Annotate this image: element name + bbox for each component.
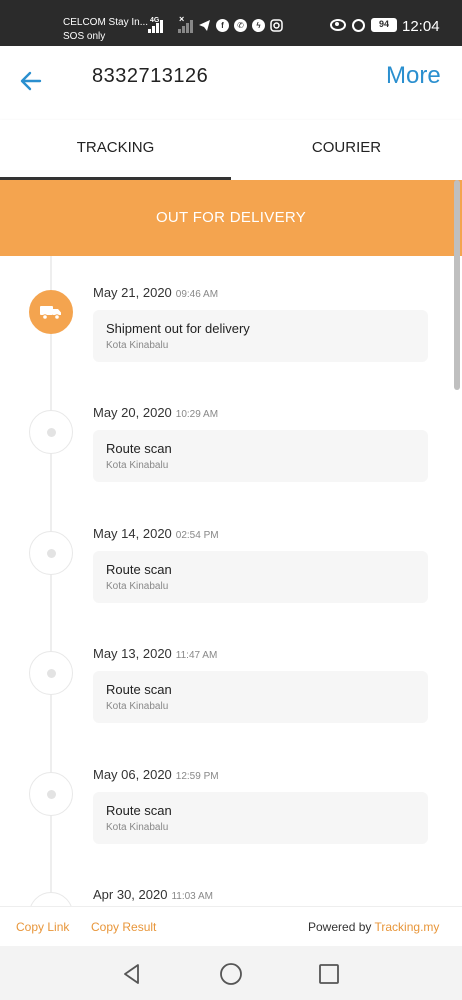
- status-right: 94: [330, 18, 397, 32]
- nav-back-button[interactable]: [120, 962, 144, 986]
- timeline-event: May 14, 2020 02:54 PM Route scan Kota Kin…: [0, 526, 462, 651]
- square-recents-icon: [319, 964, 339, 984]
- notification-icons: f ✆ ϟ: [198, 19, 283, 32]
- event-status: Route scan: [106, 441, 172, 456]
- app-bar: 8332713126 More: [0, 46, 462, 120]
- whatsapp-icon: ✆: [234, 19, 247, 32]
- brand-link[interactable]: Tracking.my: [375, 920, 440, 934]
- event-date: May 13, 2020 11:47 AM: [93, 646, 218, 661]
- triangle-back-icon: [124, 964, 139, 984]
- timeline-dot: [29, 892, 73, 906]
- event-status: Route scan: [106, 682, 172, 697]
- facebook-icon: f: [216, 19, 229, 32]
- back-button[interactable]: [16, 66, 46, 96]
- event-status: Shipment out for delivery: [106, 321, 250, 336]
- event-location: Kota Kinabalu: [106, 701, 169, 712]
- clock: 12:04: [402, 18, 440, 35]
- powered-by: Powered by Tracking.my: [308, 920, 439, 934]
- delivery-status-banner: OUT FOR DELIVERY: [0, 180, 462, 256]
- telegram-icon: [199, 20, 210, 31]
- signal-icon: [148, 19, 163, 33]
- copy-link-button[interactable]: Copy Link: [16, 920, 69, 934]
- event-status: Route scan: [106, 562, 172, 577]
- status-bar: CELCOM Stay In... SOS only 4G × f ✆ ϟ 94…: [0, 0, 462, 46]
- tab-bar: TRACKING COURIER: [0, 120, 462, 180]
- tracking-number-title: 8332713126: [92, 65, 209, 87]
- nav-home-button[interactable]: [219, 962, 243, 986]
- event-time: 11:47 AM: [175, 650, 218, 661]
- circle-home-icon: [220, 963, 242, 985]
- carrier-name: CELCOM Stay In...: [63, 17, 149, 28]
- event-date: May 06, 2020 12:59 PM: [93, 767, 219, 782]
- event-time: 10:29 AM: [175, 409, 219, 420]
- timeline-event: May 21, 2020 09:46 AM Shipment out for de…: [0, 285, 462, 410]
- carrier-info: CELCOM Stay In... SOS only: [63, 16, 148, 44]
- event-date: May 21, 2020 09:46 AM: [93, 285, 219, 300]
- event-card: Shipment out for delivery Kota Kinabalu: [93, 310, 428, 362]
- carrier-sos: SOS only: [63, 31, 106, 42]
- timeline-dot: [29, 772, 73, 816]
- timeline-dot-active: [29, 290, 73, 334]
- timeline-event: May 13, 2020 11:47 AM Route scan Kota Kin…: [0, 646, 462, 771]
- truck-icon: [40, 306, 61, 320]
- event-card: Route scan Kota Kinabalu: [93, 671, 428, 723]
- no-signal-icon: ×: [179, 14, 185, 24]
- timeline-dot: [29, 651, 73, 695]
- system-nav-bar: [0, 946, 462, 1000]
- powered-by-label: Powered by: [308, 920, 372, 934]
- event-location: Kota Kinabalu: [106, 340, 169, 351]
- event-location: Kota Kinabalu: [106, 460, 169, 471]
- event-time: 02:54 PM: [175, 530, 219, 541]
- alarm-icon: [352, 18, 365, 32]
- timeline-dot: [29, 531, 73, 575]
- event-time: 11:03 AM: [171, 891, 213, 902]
- arrow-left-icon: [20, 71, 42, 91]
- copy-result-button[interactable]: Copy Result: [91, 920, 156, 934]
- event-time: 09:46 AM: [175, 289, 219, 300]
- eye-comfort-icon: [330, 19, 346, 31]
- battery-icon: 94: [371, 18, 397, 32]
- event-card: Route scan Kota Kinabalu: [93, 551, 428, 603]
- event-location: Kota Kinabalu: [106, 822, 169, 833]
- event-location: Kota Kinabalu: [106, 581, 169, 592]
- tab-tracking[interactable]: TRACKING: [0, 120, 231, 180]
- tracking-timeline: May 21, 2020 09:46 AM Shipment out for de…: [0, 256, 462, 906]
- scrollbar[interactable]: [454, 180, 460, 390]
- event-date: May 20, 2020 10:29 AM: [93, 405, 219, 420]
- event-status: Route scan: [106, 803, 172, 818]
- event-date: Apr 30, 2020 11:03 AM: [93, 887, 213, 902]
- event-time: 12:59 PM: [175, 771, 219, 782]
- event-card: Route scan Kota Kinabalu: [93, 792, 428, 844]
- tab-courier[interactable]: COURIER: [231, 120, 462, 180]
- timeline-event: May 06, 2020 12:59 PM Route scan Kota Kin…: [0, 767, 462, 892]
- timeline-event: May 20, 2020 10:29 AM Route scan Kota Kin…: [0, 405, 462, 530]
- nav-recents-button[interactable]: [317, 962, 341, 986]
- event-card: Route scan Kota Kinabalu: [93, 430, 428, 482]
- messenger-icon: ϟ: [252, 19, 265, 32]
- event-date: May 14, 2020 02:54 PM: [93, 526, 219, 541]
- instagram-icon: [270, 19, 283, 32]
- more-button[interactable]: More: [386, 62, 441, 90]
- timeline-event: Apr 30, 2020 11:03 AM: [0, 887, 462, 906]
- timeline-dot: [29, 410, 73, 454]
- footer: Copy Link Copy Result Powered by Trackin…: [0, 906, 462, 946]
